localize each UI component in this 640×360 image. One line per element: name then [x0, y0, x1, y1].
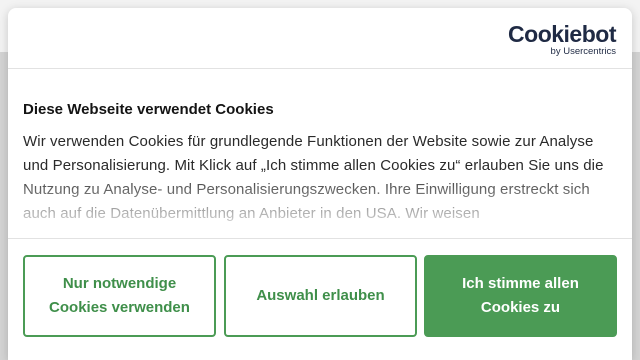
consent-actions: Nur notwendige Cookies verwenden Auswahl…: [8, 238, 632, 360]
consent-title: Diese Webseite verwendet Cookies: [23, 101, 274, 118]
logo-wordmark: Cookiebot: [508, 21, 616, 47]
necessary-cookies-button[interactable]: Nur notwendige Cookies verwenden: [23, 255, 216, 337]
consent-content[interactable]: Diese Webseite verwendet Cookies Wir ver…: [23, 100, 619, 240]
cookiebot-logo: Cookiebot by Usercentrics: [508, 22, 616, 57]
accept-all-button[interactable]: Ich stimme allen Cookies zu: [424, 255, 617, 337]
cookie-consent-banner: Cookiebot by Usercentrics Diese Webseite…: [8, 8, 632, 360]
allow-selection-button[interactable]: Auswahl erlauben: [224, 255, 417, 337]
text-fade-overlay: [23, 172, 619, 240]
logo-byline: by Usercentrics: [550, 46, 616, 57]
banner-header: Cookiebot by Usercentrics: [8, 8, 632, 69]
